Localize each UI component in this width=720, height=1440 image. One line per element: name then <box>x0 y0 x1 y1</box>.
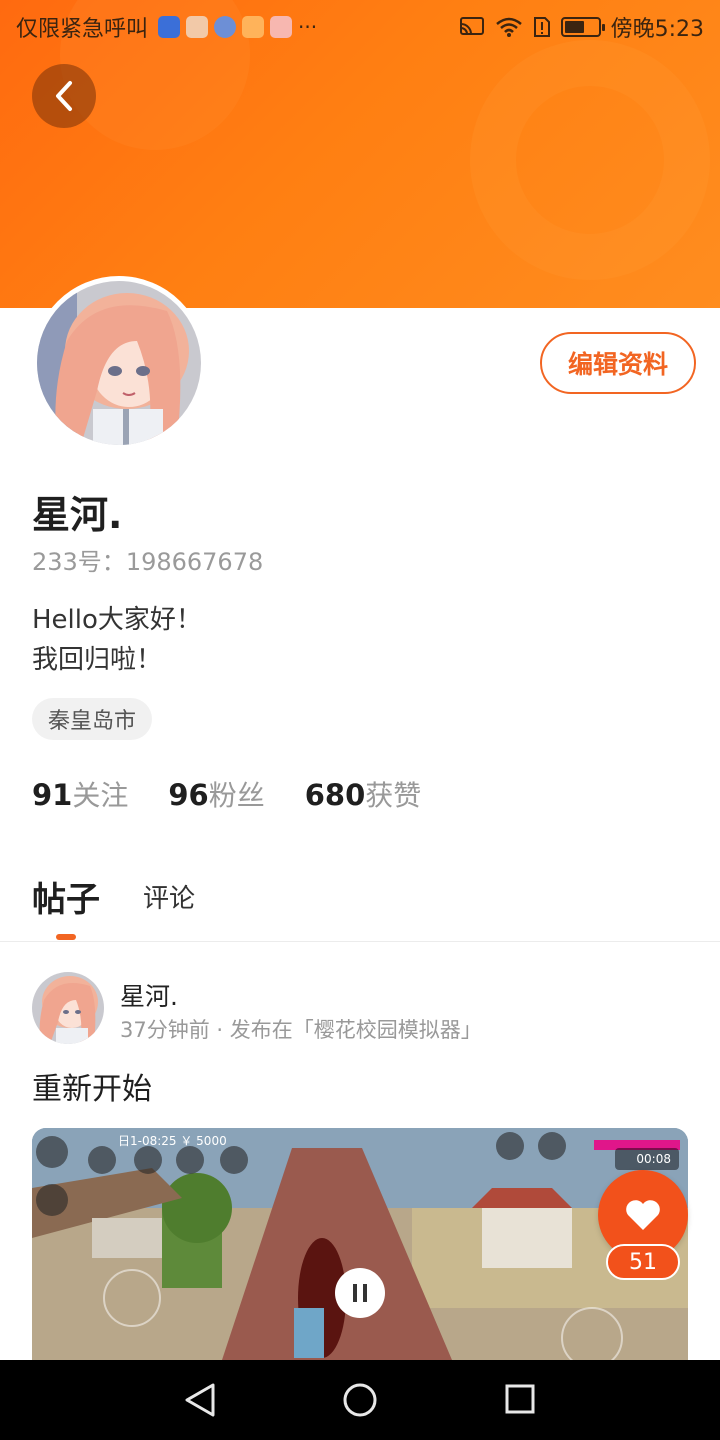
system-nav-bar <box>0 1360 720 1440</box>
edit-profile-button[interactable]: 编辑资料 <box>540 332 696 394</box>
bio: Hello大家好！ 我回归啦！ <box>32 600 202 680</box>
tab-comments[interactable]: 评论 <box>143 878 195 915</box>
video-hud-timer: 00:08 <box>615 1148 679 1170</box>
carrier-text: 仅限紧急呼叫 <box>16 17 149 42</box>
user-id: 233号：198667678 <box>32 542 263 577</box>
no-sim-icon <box>533 17 550 37</box>
stat-label: 关注 <box>72 779 129 812</box>
post-title[interactable]: 重新开始 <box>32 1064 152 1108</box>
cast-icon <box>459 17 484 35</box>
battery-fill <box>564 21 584 33</box>
nav-recent-apps-icon[interactable] <box>505 1384 535 1414</box>
user-id-label: 233号： <box>32 548 126 576</box>
nav-back-icon[interactable] <box>183 1382 217 1418</box>
likes-stat: 680 获赞 <box>305 774 422 814</box>
status-right: 傍晚5:23 <box>459 11 704 43</box>
status-bar: 仅限紧急呼叫 ··· 傍晚5:23 <box>0 0 720 50</box>
more-notifications-icon: ··· <box>298 15 318 39</box>
video-frame <box>32 1128 688 1360</box>
post-author-name[interactable]: 星河. <box>120 977 178 1013</box>
bio-line: 我回归啦！ <box>32 645 163 675</box>
chevron-left-icon <box>56 81 72 111</box>
heart-icon <box>626 1200 660 1230</box>
profile-avatar[interactable] <box>32 276 206 450</box>
battery-icon <box>560 17 605 37</box>
following-stat[interactable]: 91 关注 <box>32 774 128 814</box>
status-left: 仅限紧急呼叫 ··· <box>16 11 317 43</box>
pause-icon <box>353 1284 367 1302</box>
video-hud-time: 日1-08:25 ￥ 5000 <box>118 1134 227 1148</box>
back-button[interactable] <box>32 64 96 128</box>
play-app-icon <box>242 16 265 38</box>
clock-time: 傍晚5:23 <box>610 17 704 42</box>
wifi-icon <box>495 17 522 37</box>
stat-label: 粉丝 <box>208 779 265 812</box>
post-video[interactable]: 日1-08:25 ￥ 5000 00:08 <box>32 1128 688 1360</box>
post-meta: 37分钟前 · 发布在「樱花校园模拟器」 <box>120 1018 482 1042</box>
globe-app-icon <box>214 16 237 38</box>
username: 星河. <box>32 493 123 537</box>
avatar-image <box>37 281 201 445</box>
bubble-app-icon <box>270 16 293 38</box>
stat-number: 680 <box>304 778 366 812</box>
banner-decoration <box>470 40 710 280</box>
profile-stats: 91 关注 96 粉丝 680 获赞 <box>32 774 421 814</box>
box-app-icon <box>186 16 209 38</box>
like-count: 51 <box>606 1244 680 1280</box>
content-tabs: 帖子 评论 <box>0 860 720 942</box>
user-id-value: 198667678 <box>125 548 264 576</box>
followers-stat[interactable]: 96 粉丝 <box>168 774 264 814</box>
tab-posts[interactable]: 帖子 <box>32 872 100 921</box>
shield-app-icon <box>158 16 181 38</box>
post-author-avatar[interactable] <box>32 972 104 1044</box>
profile-header-banner: 仅限紧急呼叫 ··· 傍晚5:23 <box>0 0 720 308</box>
bio-line: Hello大家好！ <box>32 605 202 635</box>
stat-label: 获赞 <box>365 779 422 812</box>
stat-number: 96 <box>168 778 209 812</box>
active-tab-indicator <box>56 934 76 940</box>
video-pause-button[interactable] <box>335 1268 385 1318</box>
stat-number: 91 <box>32 778 73 812</box>
nav-home-icon[interactable] <box>343 1383 377 1417</box>
location-tag: 秦皇岛市 <box>32 698 153 740</box>
